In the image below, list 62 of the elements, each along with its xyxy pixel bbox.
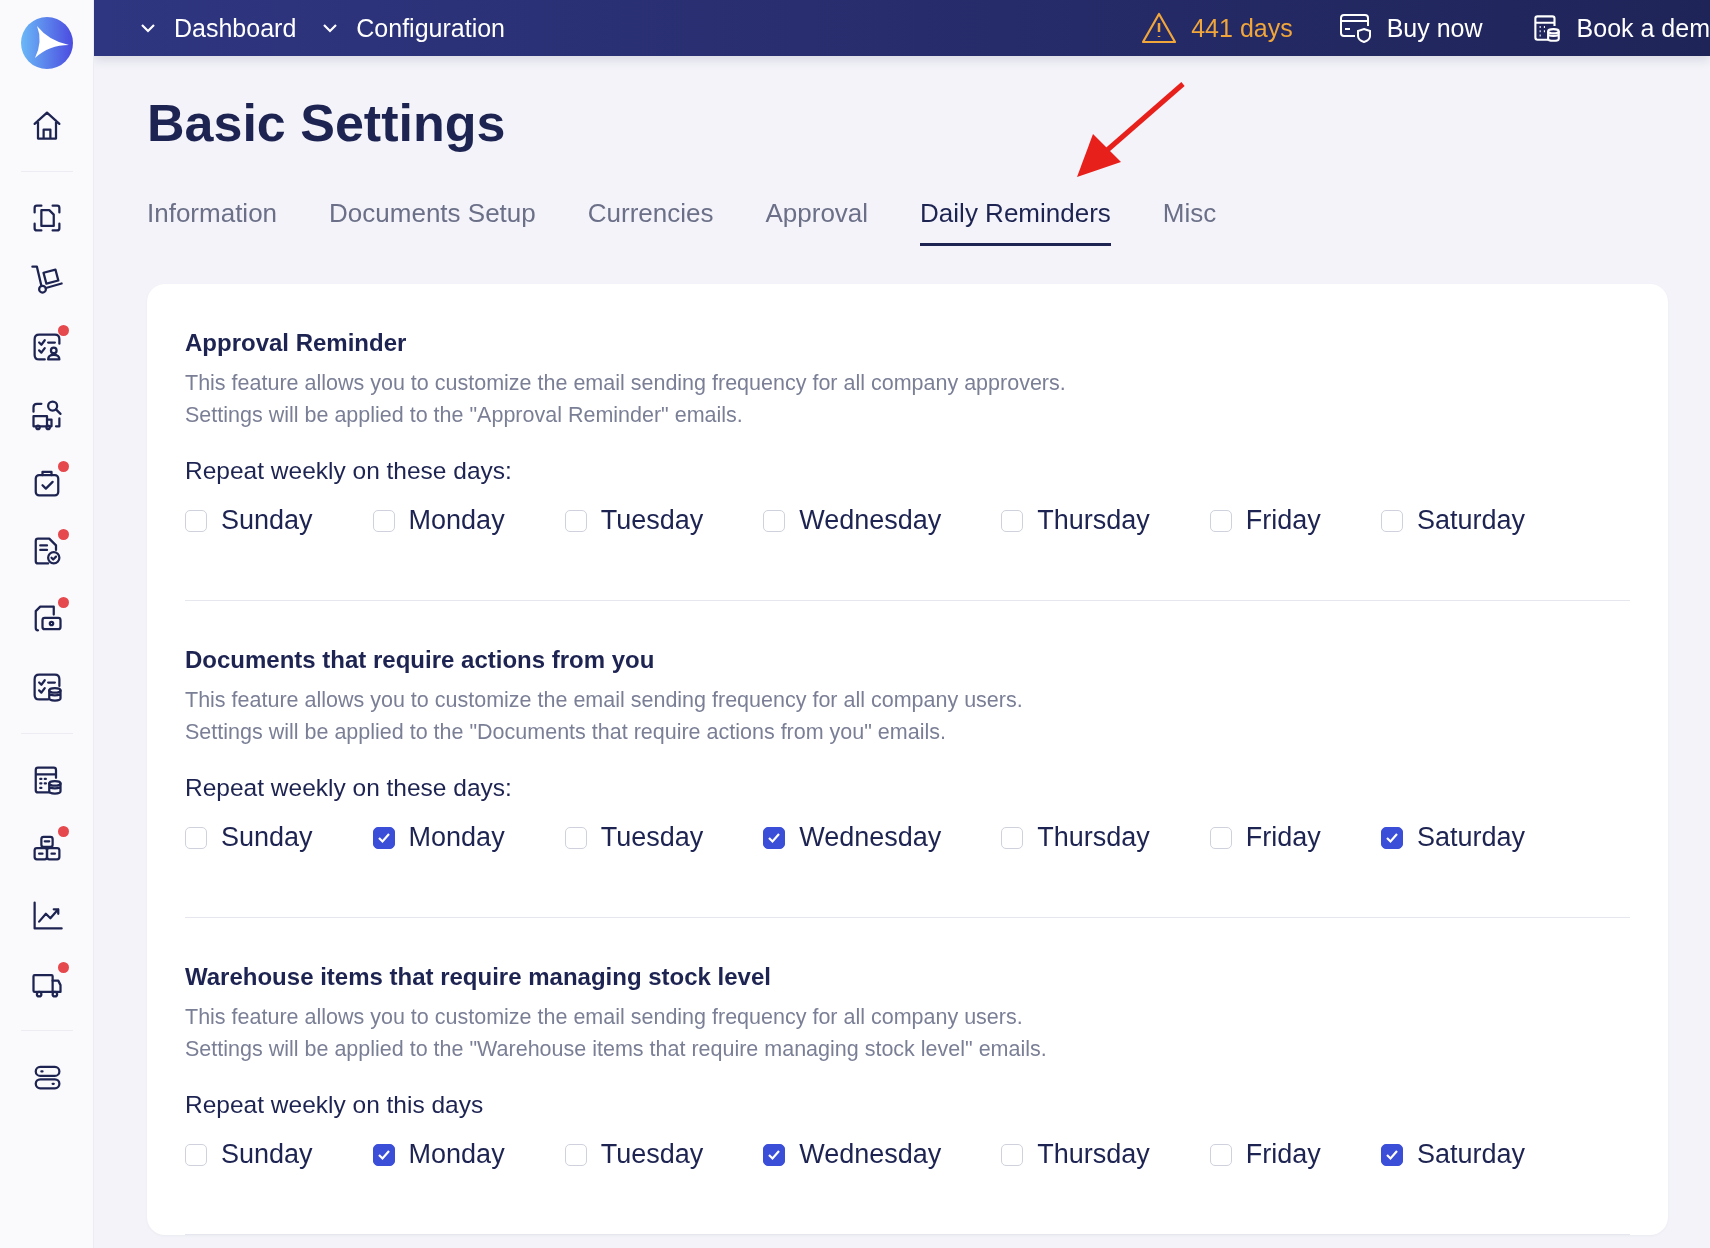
day-label: Wednesday <box>799 1139 942 1171</box>
section-description: This feature allows you to customize the email sending frequency for all company users. <box>185 687 1024 715</box>
check-icon <box>1384 1148 1399 1161</box>
check-icon <box>1384 831 1399 844</box>
day-label: Thursday <box>1037 1139 1150 1171</box>
day-label: Wednesday <box>799 505 942 537</box>
section-description: This feature allows you to customize the email sending frequency for all company users. <box>185 1004 1024 1032</box>
repeat-label: Repeat weekly on these days: <box>185 457 513 486</box>
tab[interactable]: Information <box>147 198 278 247</box>
day-checkbox[interactable] <box>1380 826 1403 849</box>
section-description: This feature allows you to customize the email sending frequency for all company approvers. <box>185 370 1067 398</box>
day-checkbox[interactable] <box>372 1143 395 1166</box>
day-label: Sunday <box>221 505 313 537</box>
day-label: Friday <box>1245 1139 1321 1171</box>
day-label: Wednesday <box>799 822 942 854</box>
day-checkbox[interactable] <box>372 826 395 849</box>
tab[interactable]: Documents Setup <box>329 198 536 247</box>
day-checkbox[interactable] <box>763 1143 786 1166</box>
trial-days-text: 441 days <box>1191 13 1293 43</box>
check-icon <box>376 831 391 844</box>
day-label: Monday <box>408 1139 505 1171</box>
tab[interactable]: Approval <box>765 198 869 247</box>
day-label: Saturday <box>1416 505 1525 537</box>
day-label: Saturday <box>1416 1139 1525 1171</box>
chevron-down-icon <box>322 23 339 33</box>
warning-icon <box>1141 12 1178 44</box>
section-title: Approval Reminder <box>185 329 408 358</box>
section-description: Settings will be applied to the "Documents that require actions from you" emails. <box>185 719 947 747</box>
book-demo-link[interactable]: Book a dem <box>1576 13 1710 43</box>
buy-now-link[interactable]: Buy now <box>1386 13 1483 43</box>
day-checkbox[interactable] <box>763 826 786 849</box>
day-label: Thursday <box>1037 505 1150 537</box>
check-icon <box>376 1148 391 1161</box>
day-label: Tuesday <box>600 822 704 854</box>
repeat-label: Repeat weekly on this days <box>185 1091 485 1120</box>
day-label: Sunday <box>221 822 313 854</box>
chevron-down-icon <box>140 23 156 33</box>
day-label: Friday <box>1245 505 1321 537</box>
page-title: Basic Settings <box>147 93 506 154</box>
tab[interactable]: Daily Reminders <box>920 198 1111 247</box>
day-label: Monday <box>408 822 505 854</box>
nav-menu-link[interactable]: Dashboard <box>174 13 297 43</box>
nav-menu-link[interactable]: Configuration <box>356 13 506 43</box>
card-shield-icon <box>1338 12 1373 44</box>
day-checkbox[interactable] <box>1380 1143 1403 1166</box>
tab[interactable]: Misc <box>1162 198 1217 247</box>
section-description: Settings will be applied to the "Approval Reminder" emails. <box>185 402 744 430</box>
day-label: Sunday <box>221 1139 313 1171</box>
section-title: Warehouse items that require managing stock level <box>185 963 772 992</box>
check-icon <box>767 831 782 844</box>
day-label: Saturday <box>1416 822 1525 854</box>
day-label: Thursday <box>1037 822 1150 854</box>
repeat-label: Repeat weekly on these days: <box>185 774 513 803</box>
day-label: Tuesday <box>600 505 704 537</box>
section-description: Settings will be applied to the "Warehouse items that require managing stock level" emails. <box>185 1036 1048 1064</box>
day-label: Friday <box>1245 822 1321 854</box>
logo-icon[interactable] <box>20 17 73 69</box>
section-title: Documents that require actions from you <box>185 646 656 675</box>
day-label: Monday <box>408 505 505 537</box>
tab[interactable]: Currencies <box>587 198 714 247</box>
day-label: Tuesday <box>600 1139 704 1171</box>
check-icon <box>767 1148 782 1161</box>
